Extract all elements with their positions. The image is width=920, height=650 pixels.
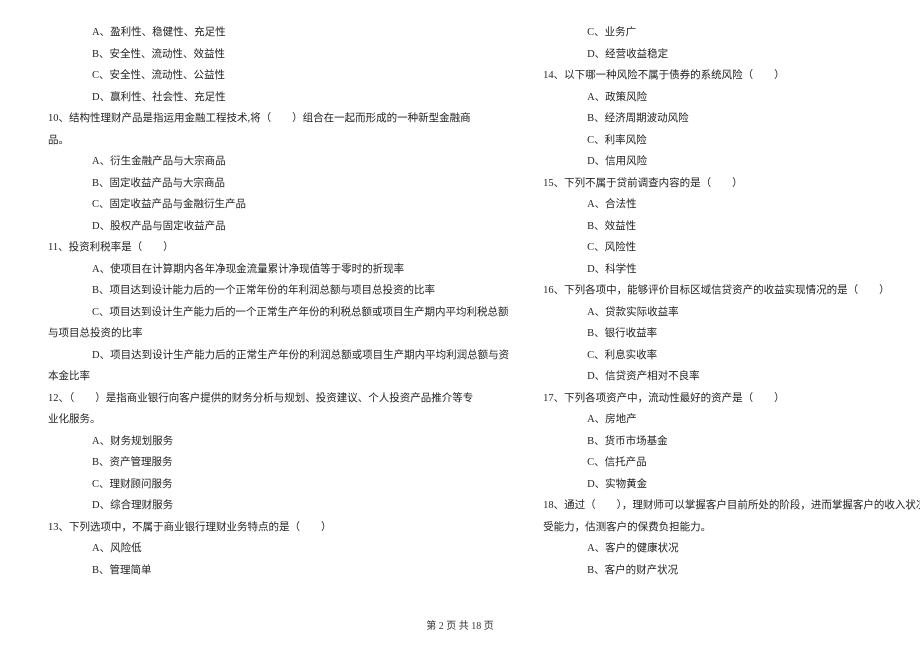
q9-option-d: D、赢利性、社会性、充足性	[48, 87, 509, 109]
q16-option-c: C、利息实收率	[543, 345, 920, 367]
q17-option-a: A、房地产	[543, 409, 920, 431]
q12-option-b: B、资产管理服务	[48, 452, 509, 474]
q11-option-c-line2: 与项目总投资的比率	[48, 323, 509, 345]
q10-stem-line2: 品。	[48, 130, 509, 152]
q15-option-d: D、科学性	[543, 259, 920, 281]
q14-option-b: B、经济周期波动风险	[543, 108, 920, 130]
q9-option-c: C、安全性、流动性、公益性	[48, 65, 509, 87]
q12-stem-line2: 业化服务。	[48, 409, 509, 431]
page-footer: 第 2 页 共 18 页	[0, 617, 920, 632]
q14-stem: 14、以下哪一种风险不属于债券的系统风险（ ）	[543, 65, 920, 87]
q18-stem-line1: 18、通过（ ），理财师可以掌握客户目前所处的阶段，进而掌握客户的收入状况和风险…	[543, 495, 920, 517]
q11-stem: 11、投资利税率是（ ）	[48, 237, 509, 259]
page-content: A、盈利性、稳健性、充足性 B、安全性、流动性、效益性 C、安全性、流动性、公益…	[48, 22, 872, 602]
q17-option-d: D、实物黄金	[543, 474, 920, 496]
q17-stem: 17、下列各项资产中，流动性最好的资产是（ ）	[543, 388, 920, 410]
q18-option-a: A、客户的健康状况	[543, 538, 920, 560]
q17-option-c: C、信托产品	[543, 452, 920, 474]
q13-option-d: D、经营收益稳定	[543, 44, 920, 66]
q13-option-a: A、风险低	[48, 538, 509, 560]
q10-stem-line1: 10、结构性理财产品是指运用金融工程技术,将（ ）组合在一起而形成的一种新型金融…	[48, 108, 509, 130]
q15-stem: 15、下列不属于贷前调查内容的是（ ）	[543, 173, 920, 195]
q12-stem-line1: 12、（ ）是指商业银行向客户提供的财务分析与规划、投资建议、个人投资产品推介等…	[48, 388, 509, 410]
q10-option-a: A、衍生金融产品与大宗商品	[48, 151, 509, 173]
q11-option-d-line1: D、项目达到设计生产能力后的正常生产年份的利润总额或项目生产期内平均利润总额与资	[48, 345, 509, 367]
q14-option-c: C、利率风险	[543, 130, 920, 152]
q11-option-c-line1: C、项目达到设计生产能力后的一个正常生产年份的利税总额或项目生产期内平均利税总额	[48, 302, 509, 324]
q9-option-a: A、盈利性、稳健性、充足性	[48, 22, 509, 44]
right-column: C、业务广 D、经营收益稳定 14、以下哪一种风险不属于债券的系统风险（ ） A…	[543, 22, 920, 602]
q13-option-c: C、业务广	[543, 22, 920, 44]
q10-option-b: B、固定收益产品与大宗商品	[48, 173, 509, 195]
q13-option-b: B、管理简单	[48, 560, 509, 582]
q13-stem: 13、下列选项中，不属于商业银行理财业务特点的是（ ）	[48, 517, 509, 539]
q18-stem-line2: 受能力，估测客户的保费负担能力。	[543, 517, 920, 539]
q16-option-a: A、贷款实际收益率	[543, 302, 920, 324]
q10-option-c: C、固定收益产品与金融衍生产品	[48, 194, 509, 216]
q14-option-d: D、信用风险	[543, 151, 920, 173]
q15-option-a: A、合法性	[543, 194, 920, 216]
q15-option-b: B、效益性	[543, 216, 920, 238]
q10-option-d: D、股权产品与固定收益产品	[48, 216, 509, 238]
q12-option-a: A、财务规划服务	[48, 431, 509, 453]
q12-option-d: D、综合理财服务	[48, 495, 509, 517]
left-column: A、盈利性、稳健性、充足性 B、安全性、流动性、效益性 C、安全性、流动性、公益…	[48, 22, 509, 602]
q14-option-a: A、政策风险	[543, 87, 920, 109]
q11-option-b: B、项目达到设计能力后的一个正常年份的年利润总额与项目总投资的比率	[48, 280, 509, 302]
q11-option-d-line2: 本金比率	[48, 366, 509, 388]
q17-option-b: B、货币市场基金	[543, 431, 920, 453]
q16-option-b: B、银行收益率	[543, 323, 920, 345]
q15-option-c: C、风险性	[543, 237, 920, 259]
q16-stem: 16、下列各项中，能够评价目标区域信贷资产的收益实现情况的是（ ）	[543, 280, 920, 302]
q9-option-b: B、安全性、流动性、效益性	[48, 44, 509, 66]
q16-option-d: D、信贷资产相对不良率	[543, 366, 920, 388]
q12-option-c: C、理财顾问服务	[48, 474, 509, 496]
q11-option-a: A、使项目在计算期内各年净现金流量累计净现值等于零时的折现率	[48, 259, 509, 281]
q18-option-b: B、客户的财产状况	[543, 560, 920, 582]
